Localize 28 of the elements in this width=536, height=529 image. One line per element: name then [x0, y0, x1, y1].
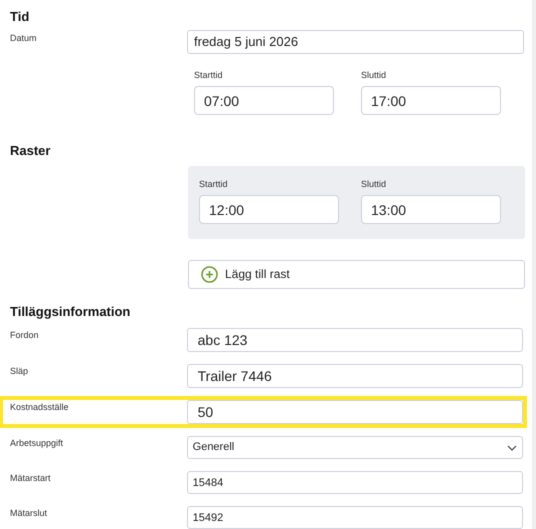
field-label: Sluttid [361, 68, 388, 82]
section-heading: Tid [10, 8, 30, 26]
time-field[interactable]: 07:00 [194, 86, 334, 115]
field-label: Arbetsuppgift [10, 437, 64, 450]
time-field[interactable]: 17:00 [361, 86, 501, 115]
field-label: Mätarslut [10, 507, 48, 520]
time-field[interactable]: 13:00 [361, 195, 501, 224]
section-heading: Raster [10, 142, 52, 160]
add-break-button[interactable]: Lägg till rast [188, 260, 525, 288]
time-field[interactable]: 12:00 [199, 195, 339, 224]
field-label: Mätarstart [10, 472, 52, 485]
field-label: Starttid [194, 68, 224, 82]
field-label: Sluttid [361, 178, 388, 190]
section-heading: Tilläggsinformation [10, 302, 132, 321]
chevron-down-icon [507, 444, 517, 450]
plus-circle-icon [201, 266, 218, 282]
field-label: Kostnadsställe [10, 401, 70, 414]
text-field[interactable]: abc 123 [186, 328, 523, 352]
field-label: Släp [10, 365, 30, 378]
field-label: Starttid [199, 178, 229, 190]
date-field[interactable]: fredag 5 juni 2026 [187, 30, 524, 54]
text-field[interactable]: 15484 [186, 471, 523, 494]
field-label: Datum [10, 32, 38, 44]
text-field[interactable]: 50 [186, 400, 523, 424]
text-field[interactable]: 15492 [186, 506, 523, 529]
task-select[interactable]: Generell [186, 436, 523, 459]
text-field[interactable]: Trailer 7446 [186, 364, 523, 388]
field-label: Fordon [10, 329, 40, 342]
